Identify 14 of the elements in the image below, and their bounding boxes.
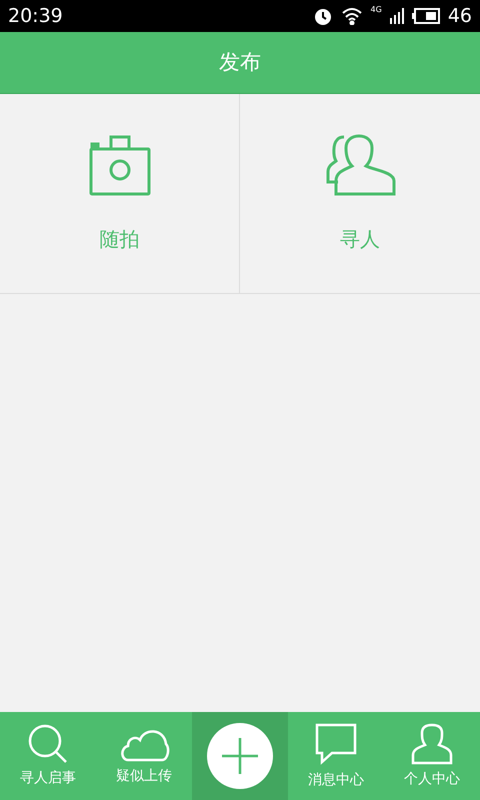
page-title: 发布 <box>219 48 261 76</box>
battery-level: 46 <box>448 4 472 29</box>
add-icon <box>207 723 273 789</box>
person-icon <box>410 722 454 764</box>
status-time: 20:39 <box>8 4 63 29</box>
camera-icon <box>88 134 150 196</box>
network-type: 4G <box>370 6 382 14</box>
chat-icon <box>314 722 358 766</box>
battery-icon <box>412 8 440 24</box>
alarm-icon <box>312 6 333 26</box>
people-icon <box>324 134 396 196</box>
add-tab[interactable] <box>192 712 288 800</box>
signal-icon <box>390 8 404 24</box>
wifi-icon <box>340 7 363 25</box>
